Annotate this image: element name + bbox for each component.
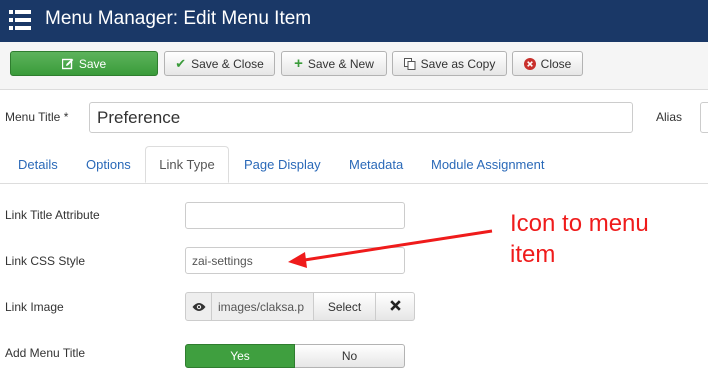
annotation-line-1: Icon to menu [510, 210, 649, 237]
annotation-line-2: item [510, 241, 556, 268]
annotation-text: Icon to menu item [510, 208, 649, 270]
annotation-arrow [288, 229, 493, 268]
